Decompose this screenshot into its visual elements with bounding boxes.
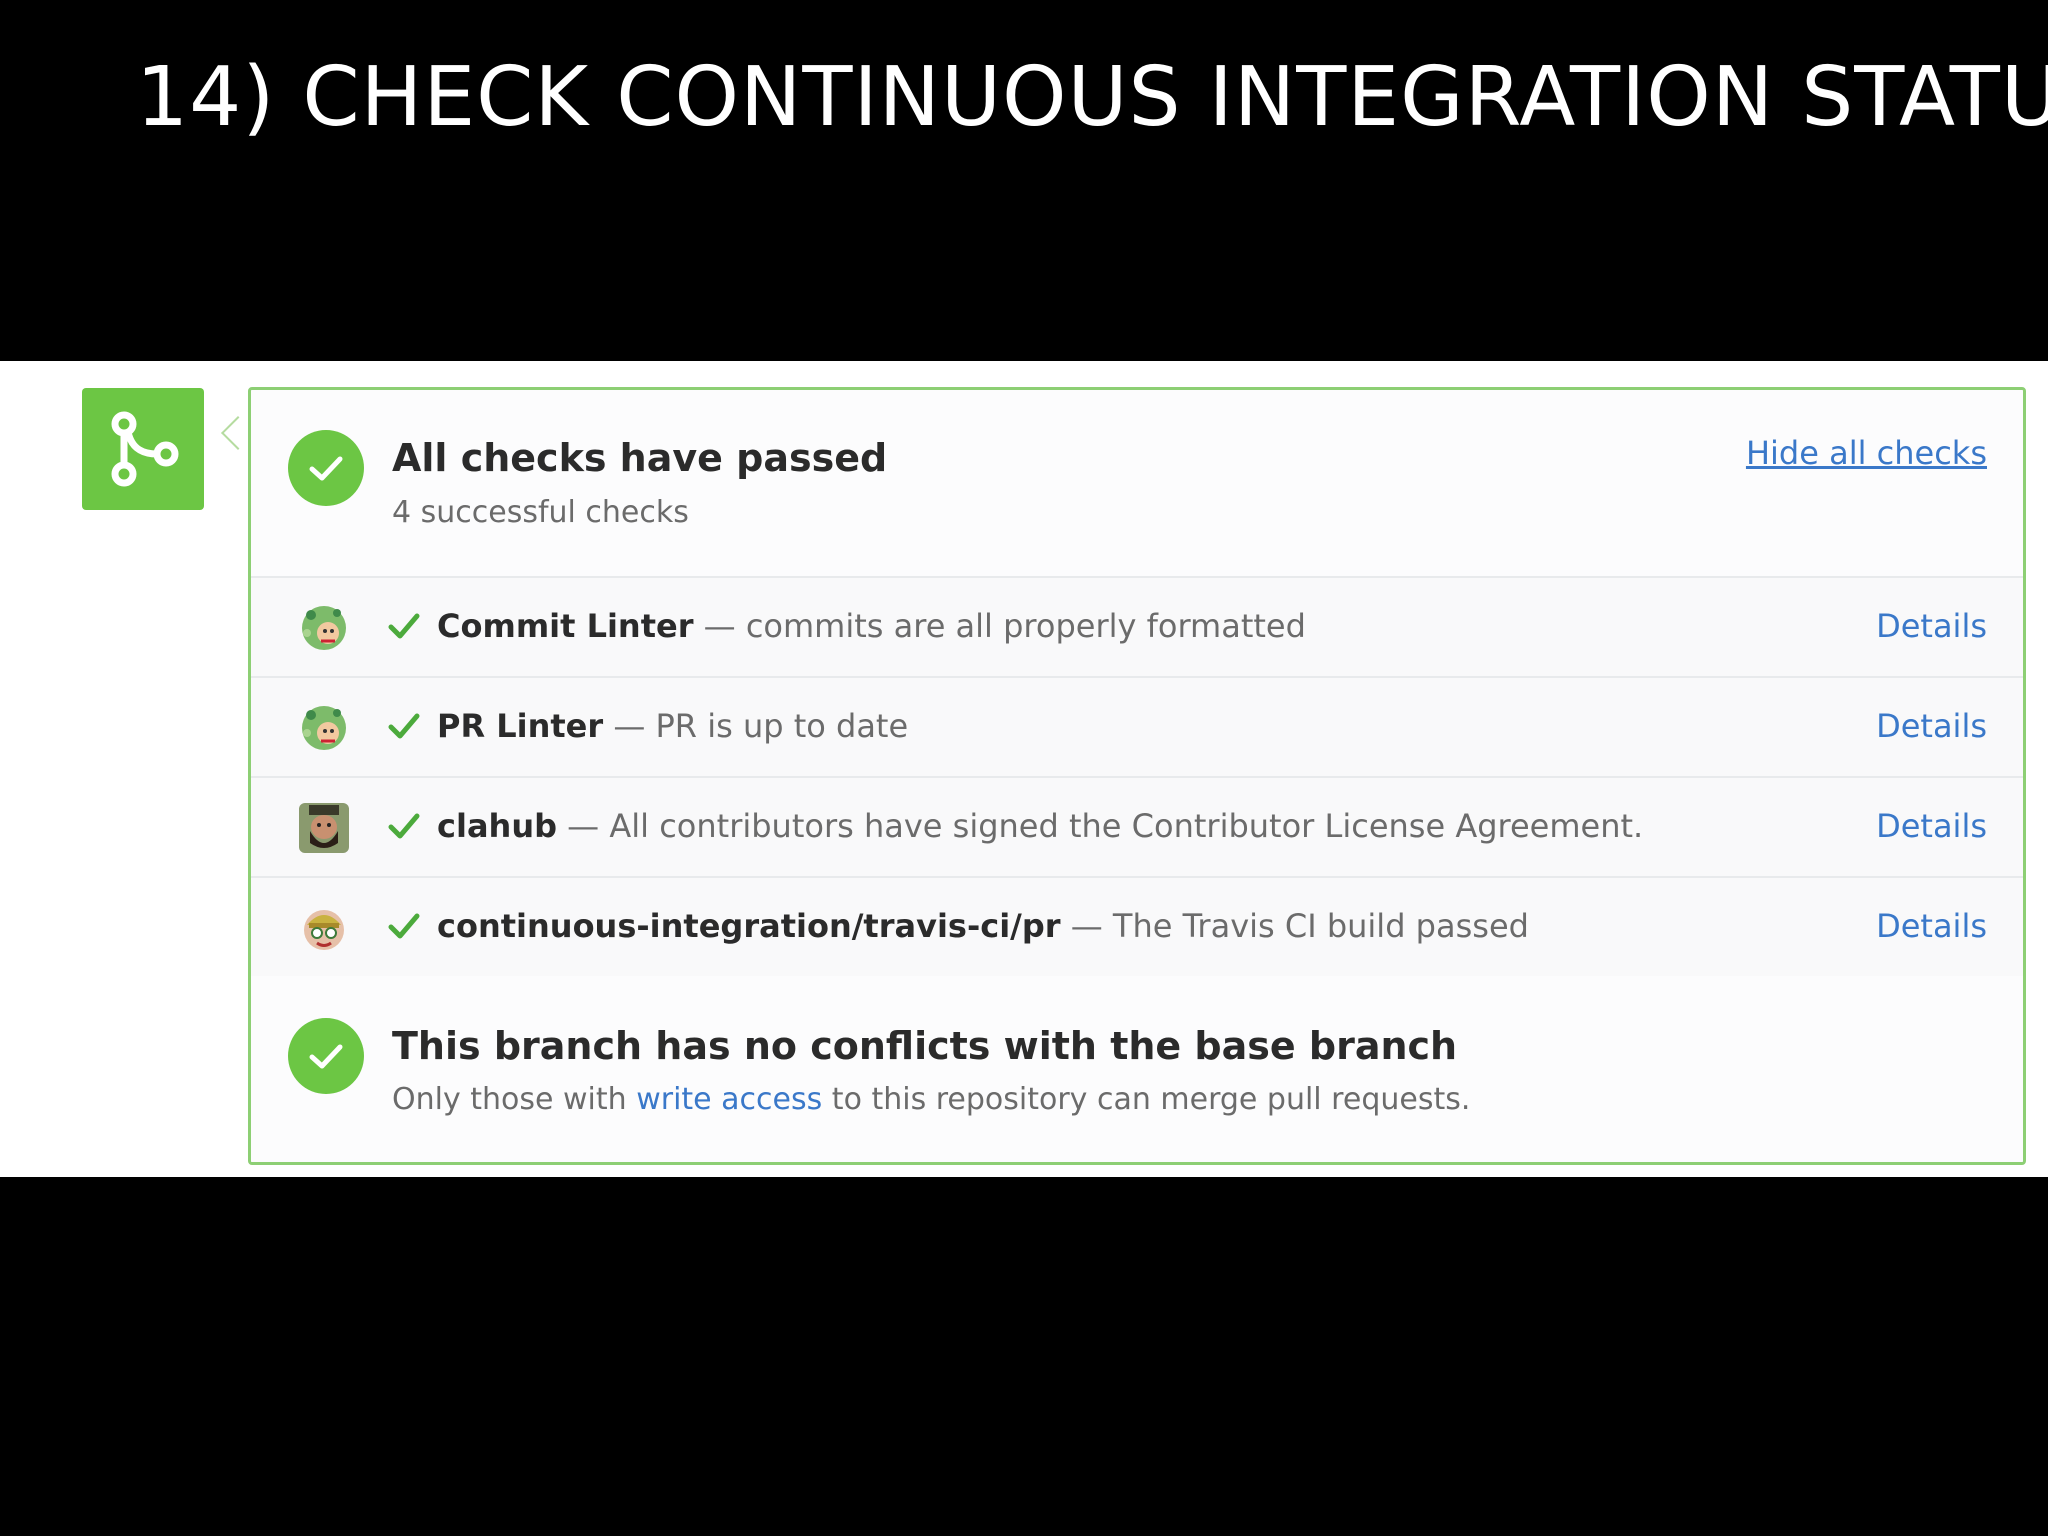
check-separator: — [557, 807, 610, 845]
check-text: continuous-integration/travis-ci/pr — Th… [437, 903, 1529, 949]
check-text: PR Linter — PR is up to date [437, 703, 908, 749]
details-link[interactable]: Details [1876, 603, 1987, 649]
check-separator: — [603, 707, 656, 745]
git-merge-icon [82, 388, 204, 510]
check-icon [387, 711, 421, 741]
check-row: Commit Linter — commits are all properly… [251, 578, 2023, 678]
user-avatar [299, 803, 349, 853]
check-icon [387, 811, 421, 841]
check-circle-icon [288, 430, 364, 506]
merge-permission-suffix: to this repository can merge pull reques… [822, 1082, 1471, 1117]
check-icon [387, 611, 421, 641]
check-circle-icon [288, 1018, 364, 1094]
check-description: All contributors have signed the Contrib… [609, 807, 1644, 845]
merge-permission-prefix: Only those with [392, 1082, 637, 1117]
bot-avatar [299, 603, 349, 653]
check-name: clahub [437, 807, 557, 845]
check-row: PR Linter — PR is up to date Details [251, 678, 2023, 778]
checks-heading: All checks have passed [392, 436, 888, 480]
check-row: clahub — All contributors have signed th… [251, 778, 2023, 878]
details-link[interactable]: Details [1876, 903, 1987, 949]
conflicts-section: This branch has no conflicts with the ba… [251, 976, 2023, 1162]
check-text: Commit Linter — commits are all properly… [437, 603, 1306, 649]
merge-permission-text: Only those with write access to this rep… [392, 1082, 1470, 1117]
checks-count: 4 successful checks [392, 495, 689, 530]
check-name: PR Linter [437, 707, 604, 745]
check-description: PR is up to date [655, 707, 909, 745]
check-row: continuous-integration/travis-ci/pr — Th… [251, 878, 2023, 978]
check-separator: — [693, 607, 746, 645]
slide-bottom-band [0, 1177, 2048, 1536]
check-icon [387, 911, 421, 941]
write-access-link[interactable]: write access [636, 1082, 822, 1117]
conflicts-heading: This branch has no conflicts with the ba… [392, 1024, 1458, 1068]
check-description: The Travis CI build passed [1112, 907, 1529, 945]
screenshot-panel: All checks have passed 4 successful chec… [0, 361, 2048, 1177]
details-link[interactable]: Details [1876, 703, 1987, 749]
slide-title: 14) CHECK CONTINUOUS INTEGRATION STATUS [136, 50, 2048, 145]
check-name: Commit Linter [437, 607, 694, 645]
bot-avatar [299, 703, 349, 753]
checks-summary: All checks have passed 4 successful chec… [251, 390, 2023, 578]
check-separator: — [1060, 907, 1113, 945]
hide-all-checks-link[interactable]: Hide all checks [1746, 434, 1987, 472]
merge-status-box: All checks have passed 4 successful chec… [248, 387, 2026, 1165]
check-text: clahub — All contributors have signed th… [437, 803, 1643, 849]
check-name: continuous-integration/travis-ci/pr [437, 907, 1061, 945]
travis-avatar [299, 903, 349, 953]
check-description: commits are all properly formatted [745, 607, 1306, 645]
details-link[interactable]: Details [1876, 803, 1987, 849]
